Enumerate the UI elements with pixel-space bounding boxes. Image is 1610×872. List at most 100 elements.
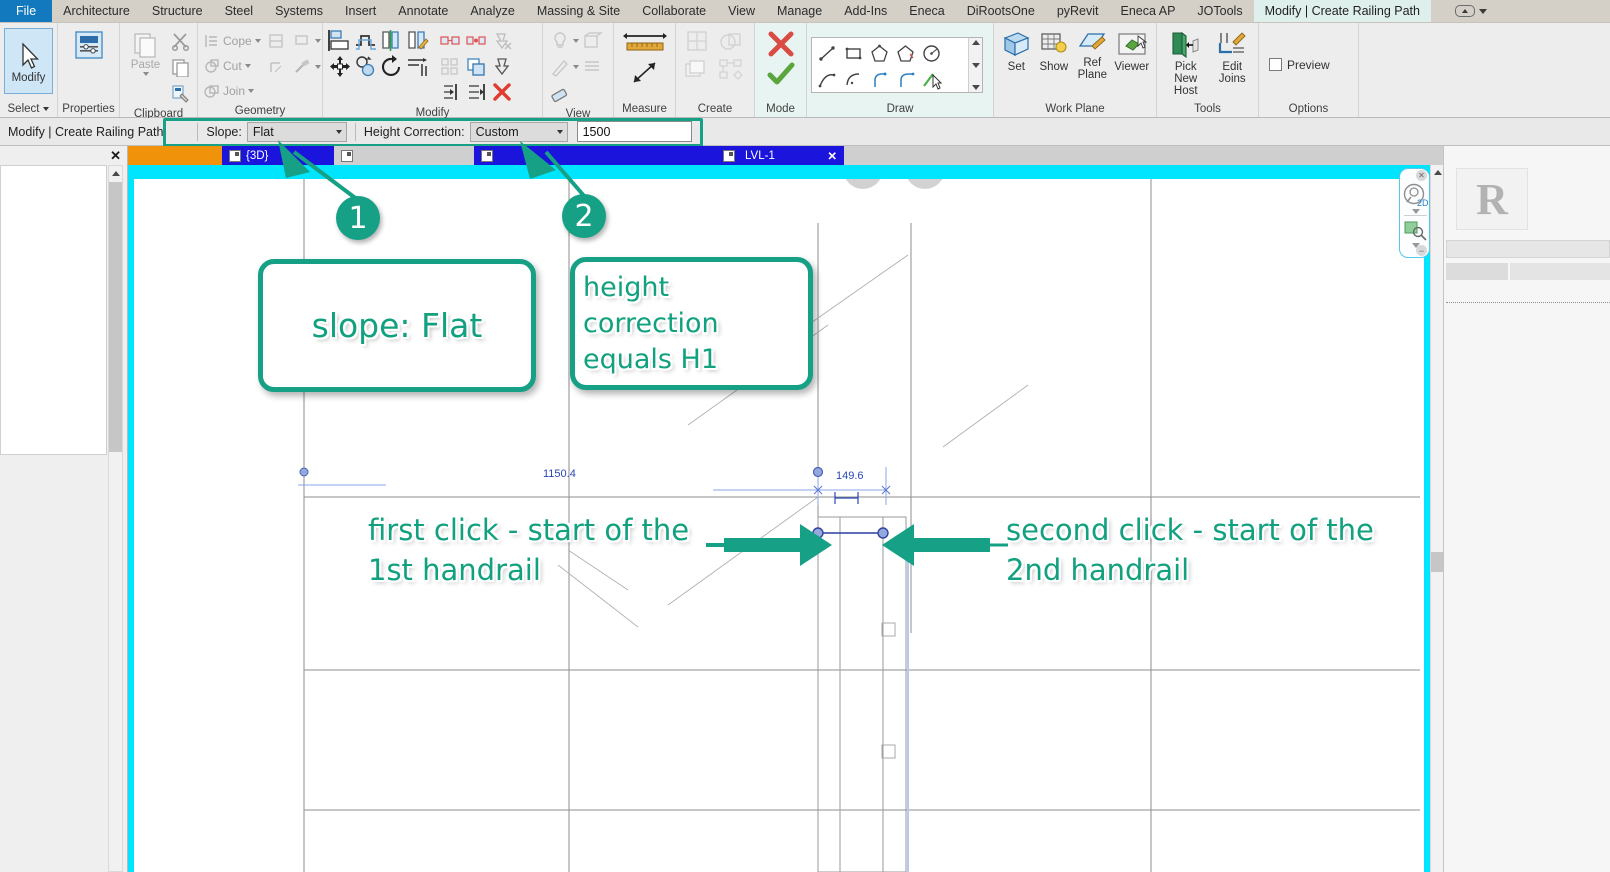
tab-view[interactable]: View [717,0,766,22]
offset-button[interactable] [353,28,379,54]
drawing-canvas[interactable]: 1150.4 149.6 [128,165,1430,872]
tab-collaborate[interactable]: Collaborate [631,0,717,22]
draw-gallery[interactable] [811,37,983,93]
workplane-ref-plane-button[interactable]: Ref Plane [1073,28,1112,81]
cut-geometry-button[interactable]: Cut [202,53,263,78]
create-group-button[interactable] [714,28,748,56]
join-geometry-button[interactable]: Join [202,78,263,103]
tab-systems[interactable]: Systems [264,0,334,22]
minimize-icon[interactable]: − [1416,245,1427,256]
tab-jotools[interactable]: JOTools [1186,0,1253,22]
slope-dropdown[interactable]: Flat [246,121,347,142]
pin-button[interactable] [489,54,515,80]
view-tab-3d[interactable]: {3D} [222,146,334,165]
view-tab-lvl1[interactable]: LVL-1 ✕ [716,146,844,165]
tab-architecture[interactable]: Architecture [52,0,141,22]
draw-fillet-arc-button[interactable] [892,66,918,92]
palette-scroll-up-button[interactable] [109,166,122,181]
tab-eneca-ap[interactable]: Eneca AP [1110,0,1187,22]
tab-structure[interactable]: Structure [141,0,214,22]
chevron-down-icon[interactable] [142,72,149,76]
workplane-set-button[interactable]: Set [998,28,1035,73]
preview-checkbox[interactable]: Preview [1263,58,1330,72]
workplane-show-button[interactable]: Show [1035,28,1074,73]
paint-button[interactable] [289,28,315,54]
cut-button[interactable] [167,28,193,54]
trim-extend-button[interactable] [405,54,431,80]
view-tab-3[interactable] [474,146,716,165]
draw-gallery-scrollbar[interactable] [968,38,982,92]
chevron-down-icon[interactable] [314,65,321,69]
draw-line-button[interactable] [814,40,840,66]
draw-tangent-end-arc-button[interactable] [866,66,892,92]
draw-pick-lines-button[interactable] [918,66,944,92]
chevron-down-icon[interactable] [43,107,50,111]
draw-center-ends-arc-button[interactable] [840,66,866,92]
view-tab-2[interactable] [334,146,474,165]
view-navigation-tool[interactable]: ✕ 2D − [1399,168,1430,258]
tab-file[interactable]: File [0,0,53,22]
rotate-button[interactable] [379,54,405,80]
properties-button[interactable] [62,28,115,60]
tab-add-ins[interactable]: Add-Ins [833,0,898,22]
tab-pyrevit[interactable]: pyRevit [1046,0,1110,22]
tab-modify-create-railing-path[interactable]: Modify | Create Railing Path [1253,0,1431,22]
match-type-button[interactable] [167,80,193,106]
draw-start-end-radius-arc-button[interactable] [814,66,840,92]
tab-eneca[interactable]: Eneca [898,0,955,22]
move-button[interactable] [327,54,353,80]
tab-annotate[interactable]: Annotate [387,0,459,22]
close-icon[interactable]: ✕ [1416,170,1427,181]
chevron-up-icon[interactable] [971,40,980,45]
demolish-hammer-button[interactable] [289,54,315,80]
tab-insert[interactable]: Insert [334,0,387,22]
tab-massing-site[interactable]: Massing & Site [526,0,631,22]
height-value-input[interactable]: 1500 [576,121,692,142]
draw-inscribed-polygon-button[interactable] [866,40,892,66]
draw-circumscribed-polygon-button[interactable] [892,40,918,66]
copy-move-button[interactable] [353,54,379,80]
tab-dirootsone[interactable]: DiRootsOne [956,0,1046,22]
linework-lines-button[interactable] [579,54,605,80]
measure-along-element-button[interactable] [625,58,665,88]
height-correction-dropdown[interactable]: Custom [469,121,568,142]
chevron-down-icon[interactable] [254,38,261,43]
create-similar-button[interactable] [680,28,714,56]
create-part-flow-button[interactable] [714,56,748,84]
draw-circle-button[interactable] [918,40,944,66]
checkbox-box-icon[interactable] [1269,58,1282,71]
mirror-pick-axis-button[interactable] [379,28,405,54]
cope-button[interactable]: Cope [202,28,263,53]
delete-button[interactable] [489,79,515,105]
draw-rectangle-button[interactable] [840,40,866,66]
align-right-button[interactable] [463,79,489,105]
tab-steel[interactable]: Steel [214,0,265,22]
group-button[interactable] [463,54,489,80]
ribbon-minimize-button[interactable] [1449,0,1493,22]
scale-button[interactable] [437,54,463,80]
close-icon[interactable]: ✕ [827,149,837,163]
demolish-button[interactable] [263,54,289,80]
eraser-button[interactable] [547,80,573,106]
edit-joins-button[interactable]: Edit Joins [1210,28,1254,85]
workplane-viewer-button[interactable]: Viewer [1112,28,1152,73]
linework-button[interactable] [547,54,573,80]
modify-tool-button[interactable]: Modify [4,28,53,94]
chevron-down-icon[interactable] [244,63,251,68]
array-linear-button[interactable] [437,28,463,54]
chevron-down-icon[interactable] [1478,8,1487,14]
split-face-button[interactable] [263,28,289,54]
chevron-down-icon[interactable] [971,62,980,68]
chevron-down-icon[interactable] [314,39,321,43]
array-radial-button[interactable] [463,28,489,54]
visibility-graphics-button[interactable] [547,28,573,54]
zoom-region-icon[interactable] [1403,219,1429,241]
align-button[interactable] [327,28,353,54]
align-left-button[interactable] [437,79,463,105]
palette-scroll-thumb[interactable] [109,182,122,452]
tab-analyze[interactable]: Analyze [459,0,525,22]
chevron-down-icon[interactable] [248,88,255,93]
create-assembly-button[interactable] [680,56,714,84]
canvas-vertical-scrollbar[interactable] [1430,165,1444,872]
measure-between-references-button[interactable] [622,28,668,58]
